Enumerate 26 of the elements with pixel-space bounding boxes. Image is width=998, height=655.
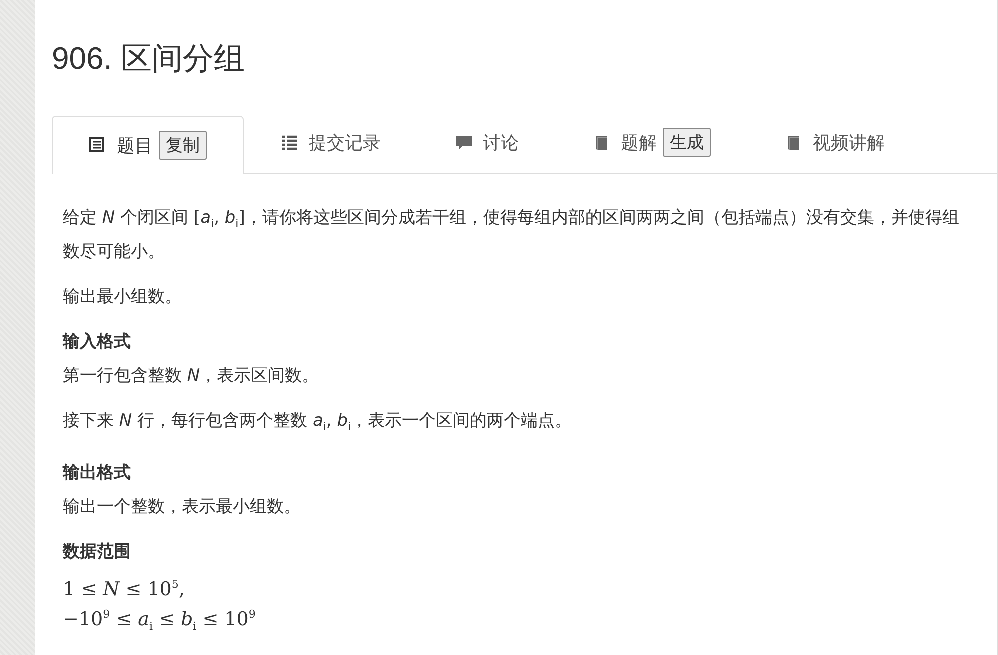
math-formula: −10$^{9}$ ≤ a$_{i}$ ≤ b$_{i}$ ≤ 10$^{9}$: [63, 607, 257, 636]
paragraph: 输出最小组数。: [63, 286, 183, 310]
paragraph: 第一行包含整数 N，表示区间数。: [63, 365, 320, 388]
section-heading: 输出格式: [63, 462, 132, 485]
small-button[interactable]: 生成: [663, 128, 711, 157]
paragraph: 给定 N 个闭区间 [a$_{i}$, b$_{i}$]，请你将这些区间分成若干组，使得每组内部的区间两两之间（包括端点）没有交集，并使得组数尽可能小。: [63, 207, 960, 264]
section-heading: 数据范围: [63, 540, 132, 564]
paragraph: 接下来 N 行，每行包含两个整数 a$_{i}$, b$_{i}$，表示一个区间的两个端点。: [63, 410, 574, 436]
speech-bubble-icon: [455, 134, 473, 152]
tab[interactable]: 讨论: [418, 116, 556, 174]
document-icon: [89, 136, 107, 154]
tab-label[interactable]: 讨论: [483, 130, 519, 154]
math-formula: 1 ≤ N ≤ 10$^{5}$,: [63, 576, 186, 602]
list-icon: [281, 134, 299, 152]
problem-title: 906. 区间分组: [52, 40, 245, 78]
tab[interactable]: 题解 生成: [556, 116, 748, 174]
section-heading: 输入格式: [63, 331, 132, 354]
tab[interactable]: 视频讲解: [748, 116, 922, 174]
tab-label[interactable]: 视频讲解: [813, 130, 885, 154]
paragraph: 输出一个整数，表示最小组数。: [63, 496, 302, 519]
small-button[interactable]: 复制: [159, 131, 207, 160]
tab-label[interactable]: 题目: [117, 134, 153, 158]
tab[interactable]: 题目 复制: [52, 116, 244, 174]
tab[interactable]: 提交记录: [244, 116, 418, 174]
tab-label[interactable]: 题解: [621, 130, 657, 154]
tab-label[interactable]: 提交记录: [309, 130, 381, 154]
